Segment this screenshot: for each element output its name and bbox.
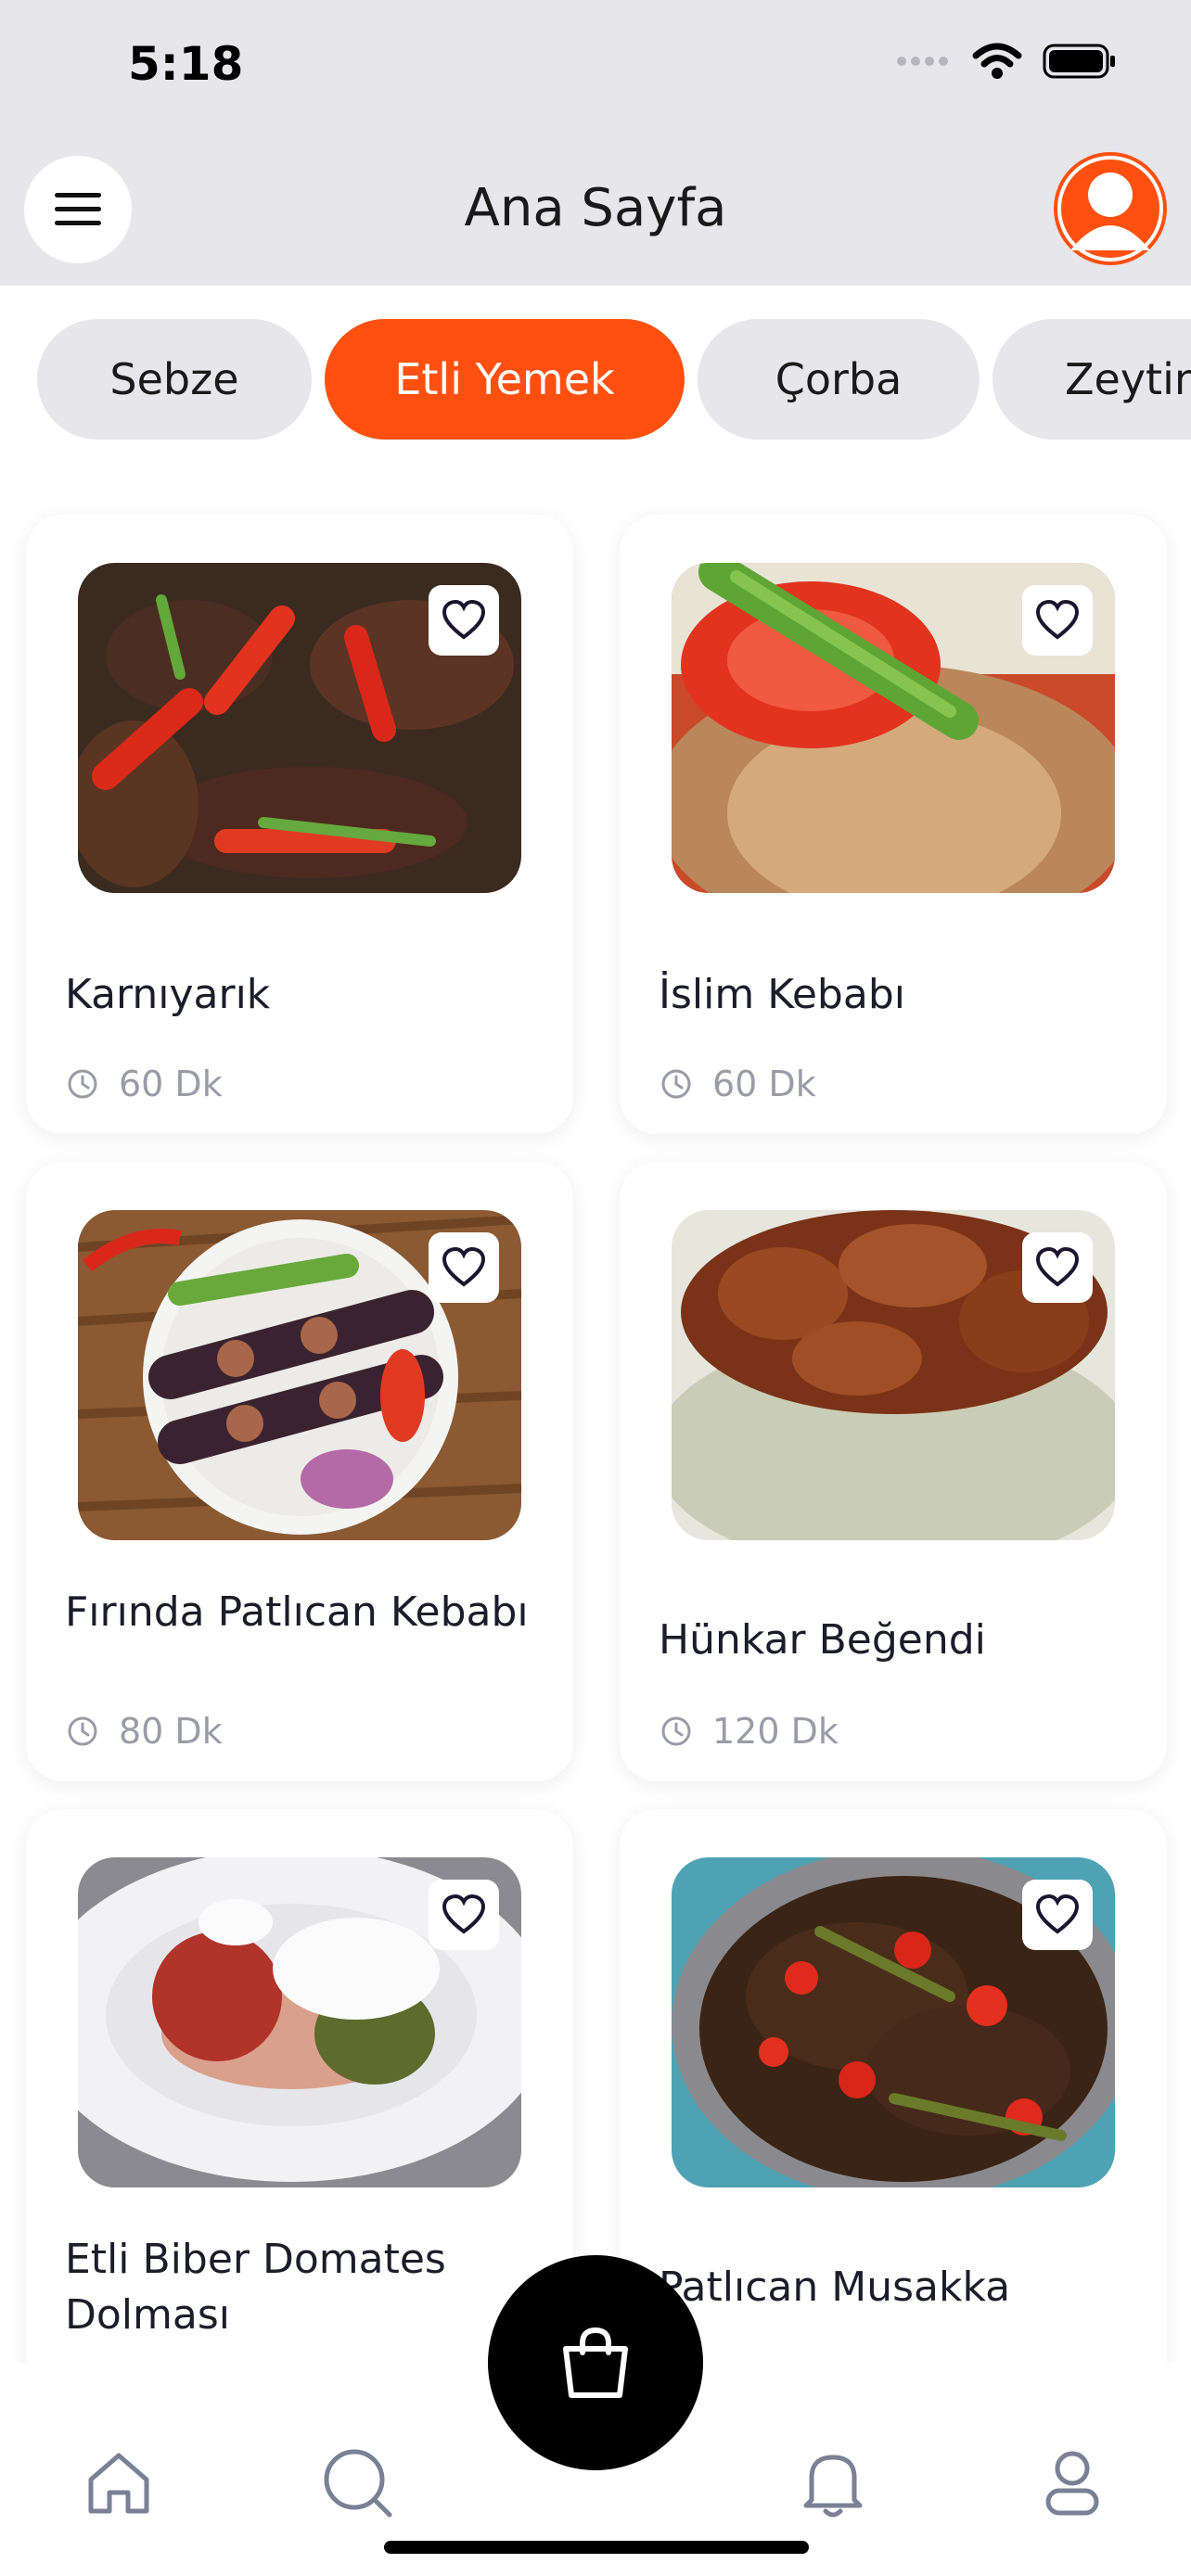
- favorite-button[interactable]: [429, 585, 499, 656]
- heart-outline-icon: [1035, 600, 1080, 640]
- home-icon: [88, 2453, 149, 2514]
- recipe-card[interactable]: Fırında Patlıcan Kebabı 80 Dk: [26, 1162, 573, 1781]
- recipe-time-label: 80 Dk: [119, 1711, 223, 1752]
- heart-outline-icon: [1035, 1247, 1080, 1287]
- status-time: 5:18: [128, 37, 244, 91]
- recipe-time-label: 60 Dk: [712, 1064, 816, 1104]
- nav-profile[interactable]: [1035, 2446, 1109, 2520]
- home-indicator: [384, 2541, 809, 2554]
- recipe-grid: Karnıyarık 60 Dk İslim Kebabı 60 Dk Fırı…: [0, 510, 1191, 2429]
- recipe-title: Hünkar Beğendi: [659, 1616, 986, 1664]
- recipe-image: [78, 563, 521, 893]
- favorite-button[interactable]: [429, 1880, 499, 1950]
- search-icon: [324, 2449, 392, 2518]
- heart-outline-icon: [442, 600, 486, 640]
- recipe-title: Karnıyarık: [65, 971, 271, 1018]
- nav-search[interactable]: [321, 2446, 395, 2520]
- category-tabs: Sebze Etli Yemek Çorba Zeytin: [0, 286, 1191, 471]
- favorite-button[interactable]: [1022, 1232, 1093, 1303]
- nav-home[interactable]: [82, 2446, 156, 2520]
- clock-icon: [661, 1069, 691, 1099]
- recipe-card[interactable]: Karnıyarık 60 Dk: [26, 515, 573, 1134]
- signal-icon: [897, 57, 948, 66]
- cart-button[interactable]: [488, 2255, 703, 2470]
- recipe-card[interactable]: İslim Kebabı 60 Dk: [620, 515, 1167, 1134]
- recipe-time-label: 60 Dk: [119, 1064, 223, 1104]
- recipe-time: 60 Dk: [660, 1064, 816, 1104]
- recipe-image: [78, 1857, 521, 2187]
- tab-etli-yemek[interactable]: Etli Yemek: [325, 319, 685, 440]
- recipe-title: İslim Kebabı: [659, 971, 905, 1018]
- recipe-time-label: 120 Dk: [712, 1711, 839, 1752]
- heart-outline-icon: [442, 1247, 486, 1287]
- favorite-button[interactable]: [429, 1232, 499, 1303]
- clock-icon: [661, 1716, 691, 1746]
- clock-icon: [68, 1069, 97, 1099]
- favorite-button[interactable]: [1022, 1880, 1093, 1950]
- tab-sebze[interactable]: Sebze: [37, 319, 312, 440]
- favorite-button[interactable]: [1022, 585, 1093, 656]
- recipe-title: Fırında Patlıcan Kebabı: [65, 1588, 529, 1636]
- page-title: Ana Sayfa: [464, 178, 727, 238]
- bell-icon: [803, 2455, 863, 2518]
- status-bar: 5:18: [0, 0, 1191, 139]
- recipe-time: 80 Dk: [67, 1711, 223, 1752]
- recipe-time: 60 Dk: [67, 1064, 223, 1104]
- wifi-icon: [972, 43, 1022, 79]
- recipe-image: [672, 563, 1115, 893]
- shopping-bag-icon: [563, 2327, 628, 2398]
- recipe-card[interactable]: Patlıcan Musakka: [620, 1809, 1167, 2429]
- recipe-card[interactable]: Hünkar Beğendi 120 Dk: [620, 1162, 1167, 1781]
- profile-avatar-button[interactable]: [1054, 152, 1167, 265]
- user-avatar-icon: [1057, 156, 1163, 261]
- recipe-image: [78, 1210, 521, 1540]
- heart-outline-icon: [442, 1894, 486, 1934]
- recipe-title: Etli Biber Domates Dolması: [65, 2236, 446, 2339]
- recipe-image: [672, 1210, 1115, 1540]
- battery-icon: [1043, 44, 1115, 79]
- tab-zeytin[interactable]: Zeytin: [992, 319, 1191, 440]
- status-icons: [896, 43, 1117, 80]
- heart-outline-icon: [1035, 1894, 1080, 1934]
- user-icon: [1045, 2451, 1099, 2516]
- header: Ana Sayfa: [0, 139, 1191, 286]
- clock-icon: [68, 1716, 97, 1746]
- recipe-title: Patlıcan Musakka: [659, 2264, 1011, 2311]
- recipe-image: [672, 1857, 1115, 2187]
- recipe-time: 120 Dk: [660, 1711, 839, 1752]
- nav-notifications[interactable]: [796, 2446, 870, 2520]
- tab-corba[interactable]: Çorba: [698, 319, 980, 440]
